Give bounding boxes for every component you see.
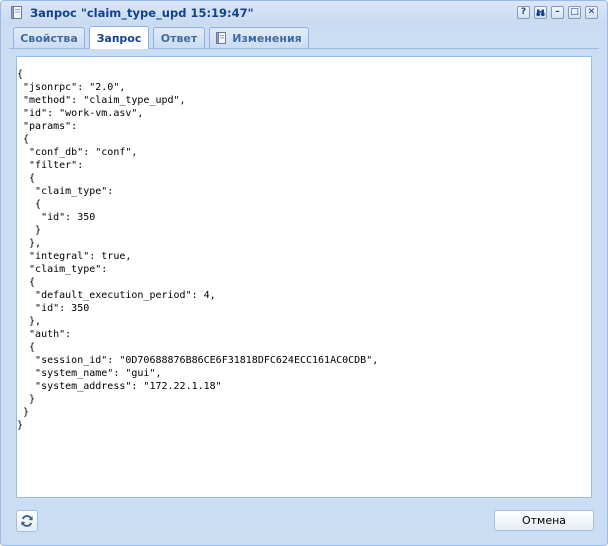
request-json-text[interactable]: { "jsonrpc": "2.0", "method": "claim_typ… xyxy=(17,57,591,432)
tab-changes[interactable]: Изменения xyxy=(209,27,309,48)
tab-label: Изменения xyxy=(232,31,302,45)
window-titlebar[interactable]: Запрос "claim_type_upd 15:19:47" ? – □ ✕ xyxy=(1,1,607,25)
tab-label: Ответ xyxy=(160,31,198,45)
binoculars-button[interactable] xyxy=(534,6,547,19)
refresh-icon xyxy=(21,515,33,527)
tab-request[interactable]: Запрос xyxy=(89,26,149,49)
binoculars-icon xyxy=(536,9,545,16)
tab-label: Запрос xyxy=(96,31,142,45)
cancel-button[interactable]: Отмена xyxy=(494,510,594,531)
close-button[interactable]: ✕ xyxy=(585,6,598,19)
minimize-button[interactable]: – xyxy=(551,6,564,19)
window-title: Запрос "claim_type_upd 15:19:47" xyxy=(30,6,254,20)
help-button[interactable]: ? xyxy=(517,6,530,19)
tab-response[interactable]: Ответ xyxy=(153,27,205,48)
tab-strip: Свойства Запрос Ответ Изменения xyxy=(9,25,599,49)
request-window: Запрос "claim_type_upd 15:19:47" ? – □ ✕… xyxy=(0,0,608,546)
cancel-button-label: Отмена xyxy=(521,514,567,527)
book-icon xyxy=(216,32,227,44)
tab-properties[interactable]: Свойства xyxy=(13,27,85,48)
request-body-panel[interactable]: { "jsonrpc": "2.0", "method": "claim_typ… xyxy=(16,56,592,498)
maximize-button[interactable]: □ xyxy=(568,6,581,19)
tab-label: Свойства xyxy=(20,31,78,45)
refresh-button[interactable] xyxy=(16,510,38,532)
book-icon xyxy=(11,6,22,19)
